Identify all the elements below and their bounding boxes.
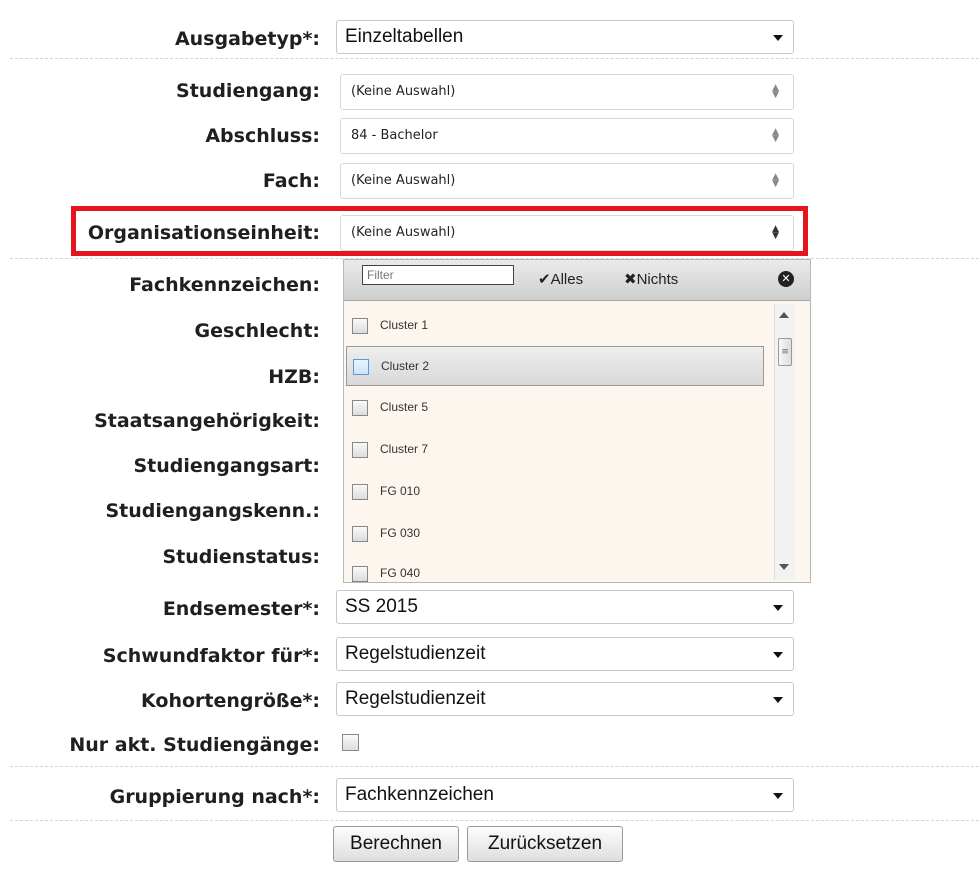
option-label: Cluster 2 xyxy=(381,359,430,373)
chevron-down-icon xyxy=(773,35,783,41)
abschluss-label: Abschluss: xyxy=(205,125,320,147)
endsemester-label: Endsemester*: xyxy=(162,598,320,620)
ausgabetyp-select[interactable]: Einzeltabellen xyxy=(336,20,794,54)
geschlecht-label: Geschlecht: xyxy=(194,320,320,342)
row-divider xyxy=(10,58,979,59)
abschluss-select[interactable]: 84 - Bachelor ▲ ▼ xyxy=(340,118,794,154)
fach-value: (Keine Auswahl) xyxy=(351,173,456,188)
studienstatus-label: Studienstatus: xyxy=(162,546,320,568)
chevron-down-icon xyxy=(773,793,783,799)
nur-akt-checkbox[interactable] xyxy=(342,734,359,751)
nur-akt-label: Nur akt. Studiengänge: xyxy=(69,734,320,756)
list-item[interactable]: Cluster 7 xyxy=(346,430,764,470)
endsemester-value: SS 2015 xyxy=(345,596,418,617)
reset-button[interactable]: Zurücksetzen xyxy=(467,826,623,862)
gruppierung-label: Gruppierung nach*: xyxy=(109,786,320,808)
option-label: FG 010 xyxy=(380,484,421,498)
studiengang-value: (Keine Auswahl) xyxy=(351,84,456,99)
list-item[interactable]: FG 030 xyxy=(346,514,764,554)
close-icon[interactable]: ✕ xyxy=(778,271,794,287)
endsemester-select[interactable]: SS 2015 xyxy=(336,590,794,624)
staatsangehoerigkeit-label: Staatsangehörigkeit: xyxy=(94,410,320,432)
option-label: Cluster 1 xyxy=(380,318,429,332)
updown-icon: ▲ ▼ xyxy=(772,127,779,144)
option-label: Cluster 5 xyxy=(380,400,429,414)
updown-icon: ▲ ▼ xyxy=(772,83,779,100)
select-none-link[interactable]: ✖Nichts xyxy=(624,270,678,288)
fachkennzeichen-label: Fachkennzeichen: xyxy=(129,274,320,296)
ausgabetyp-value: Einzeltabellen xyxy=(345,26,464,47)
checkbox[interactable] xyxy=(352,566,368,582)
option-label: FG 040 xyxy=(380,566,421,580)
gruppierung-value: Fachkennzeichen xyxy=(345,784,494,805)
row-divider xyxy=(10,766,979,767)
option-label: Cluster 7 xyxy=(380,442,429,456)
checkbox[interactable] xyxy=(352,442,368,458)
list-item[interactable]: Cluster 1 xyxy=(346,306,764,346)
ausgabetyp-label: Ausgabetyp*: xyxy=(174,28,320,50)
list-item[interactable]: FG 010 xyxy=(346,472,764,512)
dropdown-header: ✔Alles ✖Nichts ✕ xyxy=(344,260,810,301)
list-item[interactable]: FG 040 xyxy=(346,554,764,582)
select-all-link[interactable]: ✔Alles xyxy=(538,270,583,288)
calculate-button[interactable]: Berechnen xyxy=(333,826,459,862)
checkbox[interactable] xyxy=(352,318,368,334)
kohortengroesse-select[interactable]: Regelstudienzeit xyxy=(336,682,794,716)
chevron-down-icon xyxy=(773,605,783,611)
chevron-down-icon xyxy=(773,697,783,703)
checkbox[interactable] xyxy=(352,484,368,500)
row-divider xyxy=(10,820,979,821)
fach-select[interactable]: (Keine Auswahl) ▲ ▼ xyxy=(340,163,794,199)
chevron-down-icon xyxy=(773,652,783,658)
organisationseinheit-dropdown: ✔Alles ✖Nichts ✕ Cluster 1 Cluster 2 Clu… xyxy=(343,259,811,583)
gruppierung-select[interactable]: Fachkennzeichen xyxy=(336,778,794,812)
option-label: FG 030 xyxy=(380,526,421,540)
highlight-box xyxy=(71,206,808,256)
schwundfaktor-select[interactable]: Regelstudienzeit xyxy=(336,637,794,671)
list-item[interactable]: Cluster 5 xyxy=(346,388,764,428)
checkbox[interactable] xyxy=(352,526,368,542)
studiengang-select[interactable]: (Keine Auswahl) ▲ ▼ xyxy=(340,74,794,110)
checkbox[interactable] xyxy=(352,400,368,416)
scroll-thumb[interactable]: ≡ xyxy=(778,338,792,366)
kohortengroesse-value: Regelstudienzeit xyxy=(345,688,486,709)
schwundfaktor-label: Schwundfaktor für*: xyxy=(102,645,320,667)
studiengang-label: Studiengang: xyxy=(176,80,320,102)
checkbox[interactable] xyxy=(353,359,369,375)
kohortengroesse-label: Kohortengröße*: xyxy=(141,690,320,712)
scroll-up-icon[interactable] xyxy=(779,312,789,318)
studiengangsart-label: Studiengangsart: xyxy=(133,455,320,477)
hzb-label: HZB: xyxy=(268,366,320,388)
fach-label: Fach: xyxy=(262,170,320,192)
studiengangskenn-label: Studiengangskenn.: xyxy=(105,500,320,522)
updown-icon: ▲ ▼ xyxy=(772,172,779,189)
abschluss-value: 84 - Bachelor xyxy=(351,128,438,143)
dropdown-scrollbar[interactable]: ≡ xyxy=(774,304,795,580)
filter-input[interactable] xyxy=(362,265,514,285)
schwundfaktor-value: Regelstudienzeit xyxy=(345,643,486,664)
scroll-down-icon[interactable] xyxy=(779,564,789,570)
list-item[interactable]: Cluster 2 xyxy=(346,346,764,386)
